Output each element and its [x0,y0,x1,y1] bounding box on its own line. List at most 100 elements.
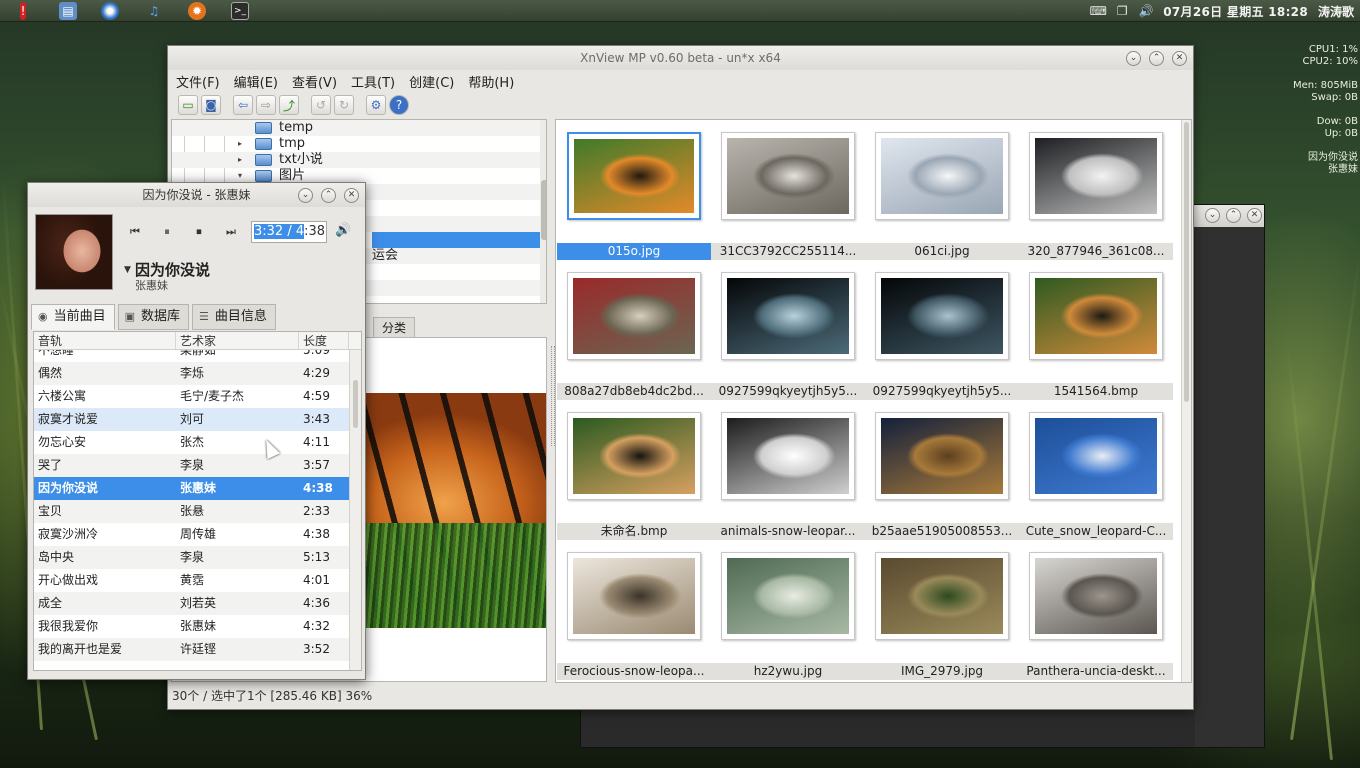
menu-view[interactable]: 查看(V) [292,72,345,91]
menu-create[interactable]: 创建(C) [409,72,462,91]
stop-icon[interactable]: ⏹ [190,223,208,241]
music-player-window[interactable]: 因为你没说 - 张惠妹 ⌄ ⌃ ✕ ⏮ ⏸ ⏹ ⏭ 3:32 / 4:38 🔊 … [27,182,366,680]
tab-current-playlist[interactable]: ◉ 当前曲目 [31,304,115,330]
track-row[interactable]: 不想睡 梁静茹 5:09 [34,350,361,362]
thumbnail-caption: hz2ywu.jpg [711,663,865,680]
tree-item[interactable]: ▸ tmp [172,136,546,152]
track-row[interactable]: 寂寞沙洲冷 周传雄 4:38 [34,523,361,546]
thumbnail-frame [721,272,855,360]
next-icon[interactable]: ⏭ [222,223,240,241]
track-row[interactable]: 六楼公寓 毛宁/麦子杰 4:59 [34,385,361,408]
help-icon[interactable]: ? [389,95,409,115]
pause-icon[interactable]: ⏸ [158,223,176,241]
tree-scrollbar[interactable] [540,120,546,303]
close-icon[interactable]: ✕ [1247,208,1262,223]
maximize-icon[interactable]: ⌃ [321,188,336,203]
thumbnail-frame [875,412,1009,500]
menu-tools[interactable]: 工具(T) [351,72,403,91]
previous-icon[interactable]: ⏮ [126,223,144,241]
track-row[interactable]: 成全 刘若英 4:36 [34,592,361,615]
thumbnail-item[interactable]: 0927599qkyeytjh5y5... [865,260,1019,400]
track-row[interactable]: 我很我爱你 张惠妹 4:32 [34,615,361,638]
thumbnail-item[interactable]: hz2ywu.jpg [711,540,865,680]
expand-arrow-icon[interactable]: ▸ [238,152,242,168]
thumbnail-item[interactable]: Cute_snow_leopard-C... [1019,400,1173,540]
song-artist: 张惠妹 [135,279,168,292]
tab-library[interactable]: ▣ 数据库 [117,304,190,330]
track-row[interactable]: 岛中央 李泉 5:13 [34,546,361,569]
user-name[interactable]: 涛涛歌 [1318,3,1354,20]
tree-item[interactable]: ▸ txt小说 [172,152,546,168]
menu-file[interactable]: 文件(F) [176,72,228,91]
window-title: XnView MP v0.60 beta - un*x x64 [580,51,781,65]
maximize-icon[interactable]: ⌃ [1226,208,1241,223]
clock[interactable]: 07月26日 星期五 18:28 [1163,3,1308,20]
music-icon[interactable]: ♫ [145,2,163,20]
tab-category[interactable]: 分类 [373,317,416,337]
track-artist: 刘若英 [180,596,217,610]
settings-icon[interactable]: ✹ [188,2,206,20]
thumbnail-item[interactable]: 未命名.bmp [557,400,711,540]
camera-icon[interactable]: ◙ [201,95,221,115]
column-track[interactable]: 音轨 [34,332,176,349]
window-titlebar[interactable]: 因为你没说 - 张惠妹 ⌄ ⌃ ✕ [28,183,365,207]
maximize-icon[interactable]: ⌃ [1149,51,1164,66]
thumbnail-item[interactable]: 0927599qkyeytjh5y5... [711,260,865,400]
thumbnail-item[interactable]: Ferocious-snow-leopa... [557,540,711,680]
track-row[interactable]: 偶然 李烁 4:29 [34,362,361,385]
thumbnail-scrollbar[interactable] [1181,120,1191,682]
close-icon[interactable]: ✕ [1172,51,1187,66]
minimize-icon[interactable]: ⌄ [1126,51,1141,66]
thumbnail-item[interactable]: animals-snow-leopar... [711,400,865,540]
track-row[interactable]: 寂寞才说爱 刘可 3:43 [34,408,361,431]
thumbnail-item[interactable]: 31CC3792CC255114... [711,120,865,260]
settings-icon[interactable]: ⚙ [366,95,386,115]
track-row[interactable]: 宝贝 张悬 2:33 [34,500,361,523]
minimize-icon[interactable]: ⌄ [1205,208,1220,223]
thumbnail-item[interactable]: 1541564.bmp [1019,260,1173,400]
dropdown-arrow-icon[interactable]: ▼ [124,265,131,275]
up-folder-icon[interactable]: ⤴ [279,95,299,115]
column-length[interactable]: 长度 [299,332,349,349]
forward-icon[interactable]: ⇨ [256,95,276,115]
volume-icon[interactable]: 🔊 [1139,4,1154,18]
thumbnail-item[interactable]: Panthera-uncia-deskt... [1019,540,1173,680]
files-icon[interactable]: ▤ [59,2,77,20]
track-row[interactable]: 开心做出戏 黄霑 4:01 [34,569,361,592]
track-scrollbar[interactable] [349,350,361,670]
volume-icon[interactable]: 🔊 [335,223,351,238]
track-row[interactable]: 勿忘心安 张杰 4:11 [34,431,361,454]
tree-item[interactable]: temp [172,120,546,136]
time-display[interactable]: 3:32 / 4:38 [251,221,327,243]
menu-edit[interactable]: 编辑(E) [234,72,286,91]
minimize-icon[interactable]: ⌄ [298,188,313,203]
thumbnail-item[interactable]: 320_877946_361c08... [1019,120,1173,260]
thumbnail-item[interactable]: 808a27db8eb4dc2bd... [557,260,711,400]
thumbnail-item[interactable]: 061ci.jpg [865,120,1019,260]
open-folder-icon[interactable]: ▭ [178,95,198,115]
track-artist: 周传雄 [180,527,217,541]
browser-icon[interactable] [101,2,119,20]
tab-track-info[interactable]: ☰ 曲目信息 [192,304,276,330]
thumbnail-item[interactable]: IMG_2979.jpg [865,540,1019,680]
tree-item-selected[interactable] [372,232,546,248]
rotate-left-icon[interactable]: ↺ [311,95,331,115]
keyboard-icon[interactable]: ⌨ [1090,4,1107,18]
track-title: 宝贝 [38,504,63,518]
window-titlebar[interactable]: XnView MP v0.60 beta - un*x x64 ⌄ ⌃ ✕ [168,46,1193,70]
menu-help[interactable]: 帮助(H) [468,72,522,91]
track-row[interactable]: 哭了 李泉 3:57 [34,454,361,477]
now-playing-title: 因为你没说 [1308,152,1358,163]
clipboard-icon[interactable]: ❐ [1115,4,1129,18]
track-row-playing[interactable]: 因为你没说 张惠妹 4:38 [34,477,361,500]
close-icon[interactable]: ✕ [344,188,359,203]
thumbnail-item[interactable]: b25aae51905008553... [865,400,1019,540]
rotate-right-icon[interactable]: ↻ [334,95,354,115]
back-icon[interactable]: ⇦ [233,95,253,115]
notification-icon[interactable]: ! [20,2,26,20]
column-artist[interactable]: 艺术家 [176,332,299,349]
thumbnail-item[interactable]: 015o.jpg [557,120,711,260]
expand-arrow-icon[interactable]: ▸ [238,136,242,152]
terminal-icon[interactable]: >_ [231,2,249,20]
track-row[interactable]: 我的离开也是爱 许廷铿 3:52 [34,638,361,661]
